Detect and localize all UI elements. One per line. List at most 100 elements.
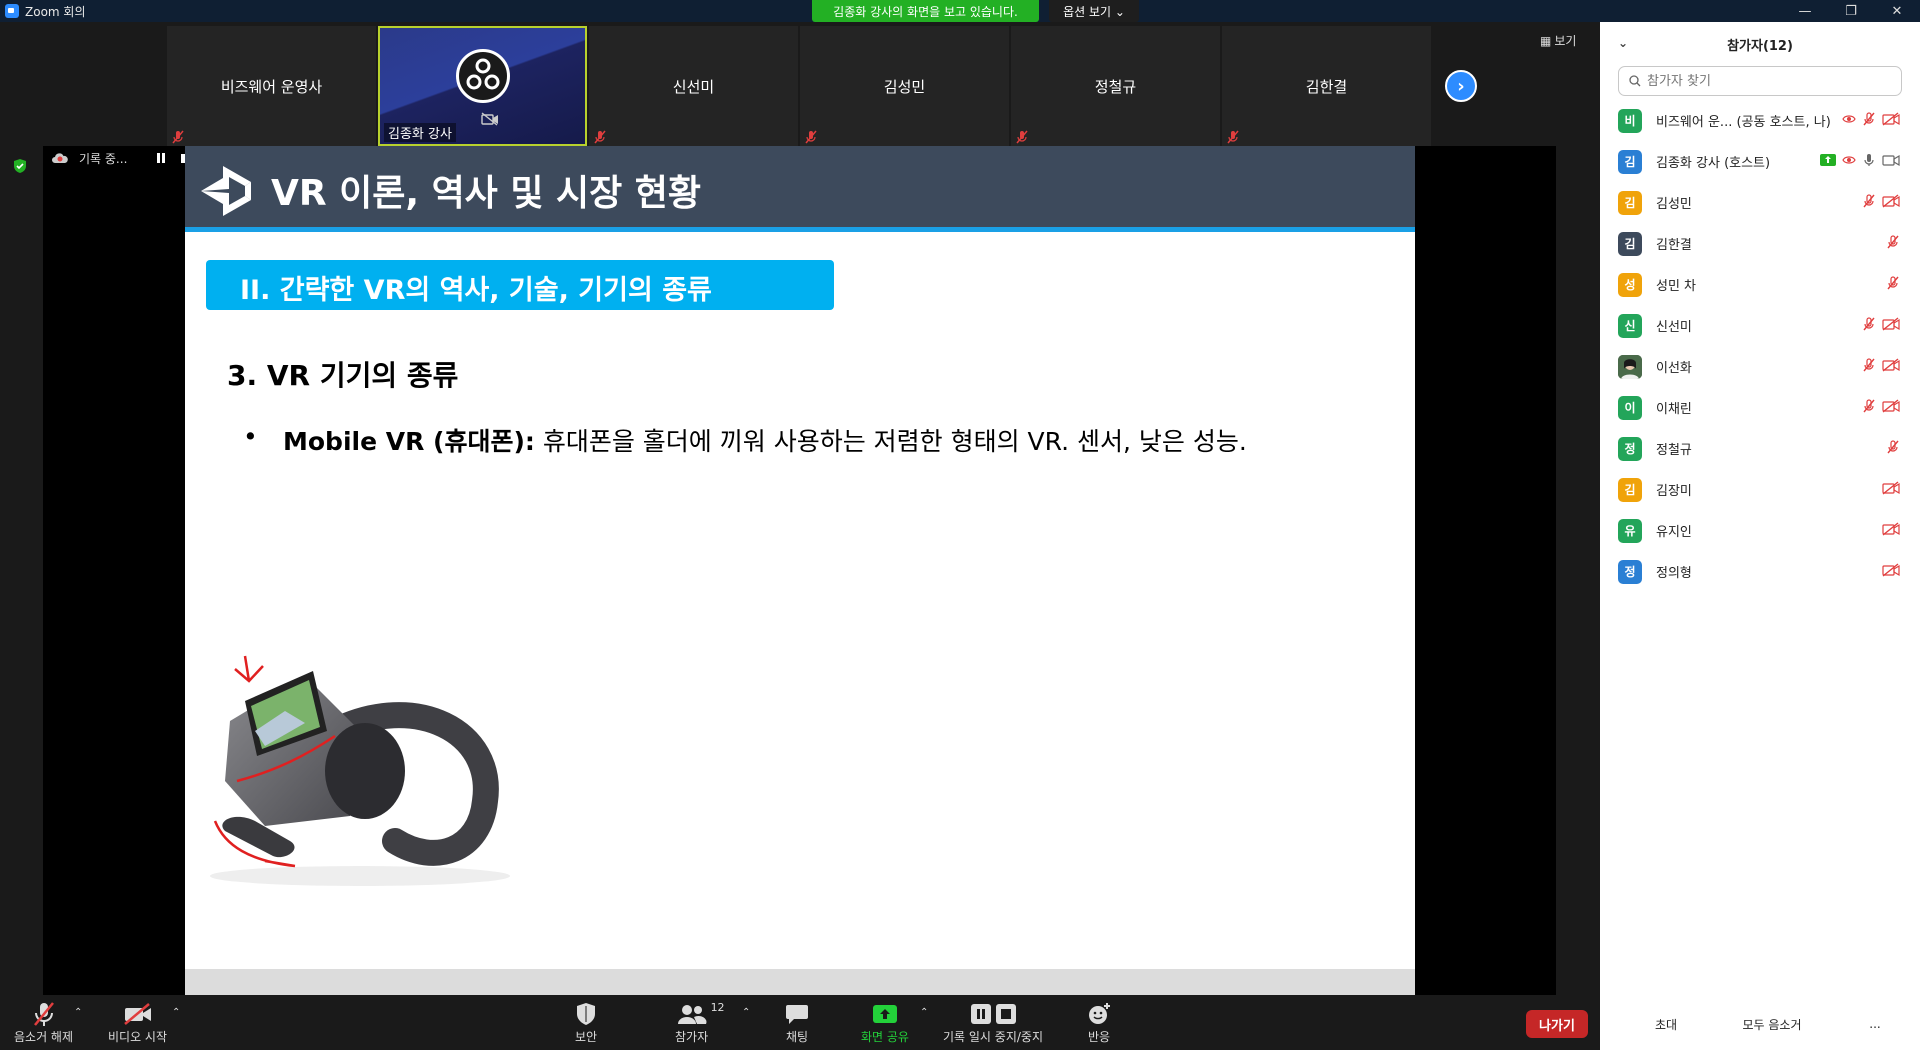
mic-muted-icon bbox=[1863, 358, 1875, 372]
list-item[interactable]: 김 김종화 강사 (호스트) bbox=[1600, 141, 1920, 182]
list-item[interactable]: 유 유지인 bbox=[1600, 510, 1920, 551]
participant-name: 성민 차 bbox=[1656, 279, 1697, 294]
share-options-caret[interactable]: ⌃ bbox=[920, 1007, 928, 1018]
list-item[interactable]: 김 김성민 bbox=[1600, 182, 1920, 223]
leave-button[interactable]: 나가기 bbox=[1526, 1010, 1588, 1038]
video-tile[interactable]: 비즈웨어 운영사 bbox=[167, 26, 376, 146]
stop-icon bbox=[995, 1004, 1016, 1024]
view-options-button[interactable]: 옵션 보기 ⌄ bbox=[1049, 0, 1139, 22]
mic-muted-icon bbox=[1887, 235, 1899, 249]
audio-options-caret[interactable]: ⌃ bbox=[74, 1007, 82, 1018]
participant-name: 비즈웨어 운... (공동 호스트, 나) bbox=[1656, 115, 1831, 130]
shield-icon bbox=[577, 1003, 596, 1025]
recording-control-button[interactable]: 기록 일시 중지/중지 bbox=[943, 1001, 1043, 1045]
shared-screen: 기록 중... VR 이론, 역사 및 시장 현황 II. 간략한 VR의 역사… bbox=[43, 146, 1556, 995]
mic-muted-icon bbox=[172, 130, 184, 144]
reactions-button[interactable]: 반응 bbox=[1087, 1001, 1111, 1045]
recording-dot-icon bbox=[1842, 115, 1856, 123]
participant-name: 정의형 bbox=[1656, 566, 1692, 581]
mic-muted-icon bbox=[1016, 130, 1028, 144]
share-screen-button[interactable]: 화면 공유 bbox=[861, 1001, 909, 1045]
participant-name: 신선미 bbox=[672, 77, 715, 96]
window-title: Zoom 회의 bbox=[25, 4, 86, 19]
video-tile[interactable]: 신선미 bbox=[589, 26, 798, 146]
avatar bbox=[1618, 354, 1642, 379]
video-tile[interactable]: 정철규 bbox=[1011, 26, 1220, 146]
more-options-button[interactable]: ... bbox=[1860, 1010, 1890, 1038]
invite-button[interactable]: 초대 bbox=[1636, 1010, 1696, 1038]
list-item[interactable]: 비 비즈웨어 운... (공동 호스트, 나) bbox=[1600, 100, 1920, 141]
recording-dot-icon bbox=[1842, 156, 1856, 164]
avatar: 이 bbox=[1618, 395, 1642, 420]
minimize-icon[interactable]: — bbox=[1782, 0, 1828, 22]
unmute-button[interactable]: 음소거 해제 bbox=[14, 1001, 73, 1045]
slide-header: VR 이론, 역사 및 시장 현황 bbox=[185, 146, 1415, 232]
view-layout-button[interactable]: ▦ 보기 bbox=[1540, 32, 1576, 49]
list-item[interactable]: 정 정철규 bbox=[1600, 428, 1920, 469]
list-item[interactable]: 이선화 bbox=[1600, 346, 1920, 387]
list-item[interactable]: 이 이채린 bbox=[1600, 387, 1920, 428]
participants-count: 12 bbox=[710, 1001, 725, 1014]
participants-options-caret[interactable]: ⌃ bbox=[742, 1007, 750, 1018]
view-label: 보기 bbox=[1554, 34, 1577, 48]
gallery-next-button[interactable]: › bbox=[1445, 70, 1477, 102]
restore-icon[interactable]: ❐ bbox=[1828, 0, 1874, 22]
participant-name: 김성민 bbox=[1656, 197, 1692, 212]
unity-logo-icon bbox=[201, 166, 251, 216]
participant-status bbox=[1862, 194, 1900, 208]
video-options-caret[interactable]: ⌃ bbox=[172, 1007, 180, 1018]
camera-off-icon bbox=[123, 1003, 151, 1025]
security-shield-icon[interactable] bbox=[12, 158, 28, 174]
meeting-toolbar: 음소거 해제 ⌃ 비디오 시작 ⌃ 보안 12 참가자 ⌃ 채팅 화면 공유 ⌃… bbox=[0, 995, 1600, 1050]
section-banner: II. 간략한 VR의 역사, 기술, 기기의 종류 bbox=[206, 260, 834, 310]
search-input[interactable] bbox=[1647, 73, 1887, 89]
mic-muted-icon bbox=[1863, 399, 1875, 413]
participant-search[interactable] bbox=[1618, 66, 1902, 96]
obs-logo-icon bbox=[455, 49, 510, 103]
bullet-dot: • bbox=[243, 422, 258, 451]
camera-off-icon bbox=[1882, 317, 1900, 331]
mute-all-button[interactable]: 모두 음소거 bbox=[1722, 1010, 1822, 1038]
participant-status bbox=[1882, 563, 1900, 577]
list-item[interactable]: 김 김한결 bbox=[1600, 223, 1920, 264]
participant-name: 이선화 bbox=[1656, 361, 1692, 376]
video-tile[interactable]: 김한결 bbox=[1222, 26, 1431, 146]
participant-status bbox=[1886, 235, 1900, 249]
participant-status bbox=[1886, 440, 1900, 454]
list-item[interactable]: 신 신선미 bbox=[1600, 305, 1920, 346]
chat-button[interactable]: 채팅 bbox=[785, 1001, 809, 1045]
video-tile-active-speaker[interactable]: 김종화 강사 bbox=[378, 26, 587, 146]
participant-name: 정철규 bbox=[1094, 77, 1137, 96]
participant-name: 이채린 bbox=[1656, 402, 1692, 417]
camera-off-icon bbox=[1882, 194, 1900, 208]
presentation-slide: VR 이론, 역사 및 시장 현황 II. 간략한 VR의 역사, 기술, 기기… bbox=[185, 146, 1415, 995]
participant-name: 김종화 강사 (호스트) bbox=[1656, 156, 1771, 171]
mic-muted-icon bbox=[1863, 317, 1875, 331]
avatar: 김 bbox=[1618, 477, 1642, 502]
start-video-button[interactable]: 비디오 시작 bbox=[108, 1001, 167, 1045]
participants-panel: ⌄ 참가자(12) 비 비즈웨어 운... (공동 호스트, 나) 김 김종화 … bbox=[1600, 22, 1920, 1050]
bullet-term: Mobile VR (휴대폰): bbox=[283, 427, 535, 456]
share-screen-label: 화면 공유 bbox=[861, 1030, 909, 1044]
avatar: 유 bbox=[1618, 518, 1642, 543]
participant-name: 김종화 강사 bbox=[384, 123, 456, 142]
cloud-recording-icon bbox=[52, 153, 68, 163]
panel-footer: 초대 모두 음소거 ... bbox=[1600, 1000, 1920, 1050]
security-button[interactable]: 보안 bbox=[575, 1001, 597, 1045]
close-icon[interactable]: ✕ bbox=[1874, 0, 1920, 22]
share-screen-icon bbox=[1820, 154, 1836, 166]
participant-name: 김성민 bbox=[883, 77, 926, 96]
grid-icon: ▦ bbox=[1540, 33, 1552, 48]
list-item[interactable]: 정 정의형 bbox=[1600, 551, 1920, 592]
chevron-down-icon[interactable]: ⌄ bbox=[1618, 36, 1628, 50]
camera-off-icon bbox=[1882, 522, 1900, 536]
list-item[interactable]: 성 성민 차 bbox=[1600, 264, 1920, 305]
slide-subheading: 3. VR 기기의 종류 bbox=[227, 359, 459, 392]
participant-name: 정철규 bbox=[1656, 443, 1692, 458]
list-item[interactable]: 김 김장미 bbox=[1600, 469, 1920, 510]
recording-control-label: 기록 일시 중지/중지 bbox=[943, 1030, 1043, 1044]
participant-status bbox=[1862, 317, 1900, 331]
pause-recording-icon[interactable] bbox=[157, 153, 167, 163]
participants-button[interactable]: 12 참가자 bbox=[675, 1001, 725, 1045]
video-tile[interactable]: 김성민 bbox=[800, 26, 1009, 146]
